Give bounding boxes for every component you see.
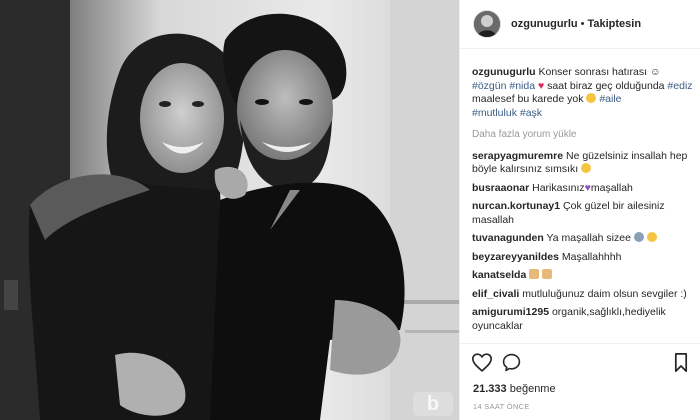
watermark-logo: b	[413, 392, 453, 416]
comment-username[interactable]: busraaonar	[472, 182, 529, 194]
smile-emoji-icon	[581, 163, 592, 173]
comment-text: Harikasınız	[532, 181, 585, 194]
caption-text: saat biraz geç olduğunda	[547, 79, 665, 92]
comment-text: Maşallahhhh	[561, 250, 622, 263]
load-more-comments-link[interactable]: Daha fazla yorum yükle	[472, 128, 694, 142]
smile-emoji-icon	[646, 232, 657, 242]
instagram-post: b ozgunugurlu • Takiptesin ozgunugurlu K…	[0, 0, 700, 420]
post-sidebar: ozgunugurlu • Takiptesin ozgunugurlu Kon…	[459, 0, 700, 420]
hashtag-link[interactable]: #ediz	[667, 80, 692, 92]
hashtag-link[interactable]: #aşk	[520, 107, 542, 119]
comment-icon[interactable]	[502, 353, 521, 377]
hashtag-link[interactable]: #mutluluk	[472, 107, 517, 119]
clapping-hands-icon	[542, 269, 553, 279]
avatar[interactable]	[473, 10, 501, 38]
post-header: ozgunugurlu • Takiptesin	[460, 0, 700, 49]
couple-photo-image	[0, 0, 459, 420]
heart-icon[interactable]	[471, 353, 493, 377]
list-item: amigurumi1295 organik,sağlıklı,hediyelik…	[472, 306, 694, 333]
clapping-hands-icon	[529, 269, 540, 279]
hijab-emoji-icon	[633, 232, 644, 242]
comment-username[interactable]: amigurumi1295	[472, 306, 549, 318]
avatar-image	[474, 11, 500, 37]
list-item: beyzareyyanildes Maşallahhhh	[472, 251, 694, 265]
hashtag-link[interactable]: #aile	[599, 93, 621, 105]
sad-emoji-icon	[586, 93, 597, 103]
red-heart-icon: ♥	[538, 79, 545, 92]
list-item: tuvanagunden Ya maşallah sizee	[472, 232, 694, 246]
comment-username[interactable]: beyzareyyanildes	[472, 251, 559, 263]
bookmark-icon[interactable]	[674, 353, 688, 377]
comment-text: maşallah	[590, 181, 633, 194]
follow-status-button[interactable]: Takiptesin	[587, 18, 641, 30]
list-item: nurcan.kortunay1 Çok güzel bir ailesiniz…	[472, 200, 694, 227]
smile-emoji-icon: ☺	[649, 66, 661, 78]
post-timestamp: 14 SAAT ÖNCE	[473, 402, 530, 411]
comment-username[interactable]: nurcan.kortunay1	[472, 200, 560, 212]
likes-number: 21.333	[473, 383, 507, 395]
comment-text: Ya maşallah sizee	[546, 232, 631, 244]
caption-text: Konser sonrası hatırası	[538, 66, 648, 78]
post-photo[interactable]: b	[0, 0, 459, 420]
caption-text: maalesef bu karede yok	[472, 93, 584, 105]
header-separator: •	[580, 18, 585, 30]
list-item: busraaonar Harikasınız♥maşallah	[472, 182, 694, 196]
post-actions: 21.333 beğenme 14 SAAT ÖNCE	[460, 343, 700, 419]
hashtag-link[interactable]: #nida	[509, 80, 535, 92]
comment-username[interactable]: kanatselda	[472, 269, 526, 281]
comments-list: ozgunugurlu Konser sonrası hatırası ☺ #ö…	[472, 66, 694, 338]
comment-text: mutluluğunuz daim olsun sevgiler :)	[522, 287, 687, 300]
comment-username[interactable]: serapyagmuremre	[472, 150, 563, 162]
caption: ozgunugurlu Konser sonrası hatırası ☺ #ö…	[472, 66, 694, 120]
comment-username[interactable]: tuvanagunden	[472, 232, 544, 244]
list-item: kanatselda	[472, 269, 694, 283]
likes-count[interactable]: 21.333 beğenme	[473, 383, 556, 395]
list-item: serapyagmuremre Ne güzelsiniz insallah h…	[472, 150, 694, 177]
hashtag-link[interactable]: #özgün	[472, 80, 506, 92]
likes-label: beğenme	[509, 383, 556, 395]
caption-username[interactable]: ozgunugurlu	[472, 66, 536, 78]
list-item: elif_civali mutluluğunuz daim olsun sevg…	[472, 288, 694, 302]
comment-username[interactable]: elif_civali	[472, 288, 519, 300]
header-username[interactable]: ozgunugurlu	[511, 18, 578, 30]
